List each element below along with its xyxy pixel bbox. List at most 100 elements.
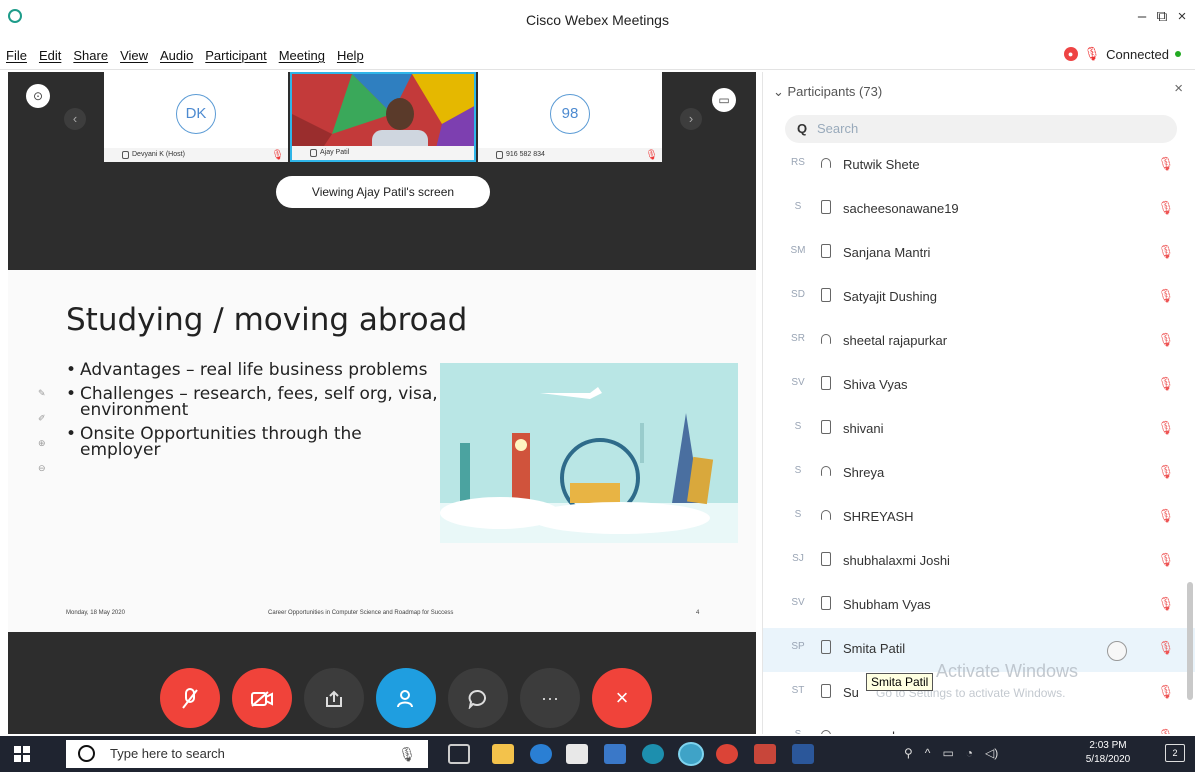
volume-icon[interactable]: ◁)	[985, 746, 998, 760]
connection-status: ● 🎙 Connected	[1063, 46, 1181, 62]
network-icon[interactable]: ▭	[942, 746, 953, 760]
menu-share[interactable]: Share	[73, 48, 108, 63]
chat-button[interactable]	[448, 668, 508, 728]
close-panel-button[interactable]: ×	[1174, 80, 1183, 97]
chevron-up-icon[interactable]: ^	[925, 746, 931, 760]
share-button[interactable]	[304, 668, 364, 728]
participant-row[interactable]: SD Satyajit Dushing 🎙	[763, 276, 1195, 320]
thumbnail-active-speaker[interactable]: Ajay Patil	[290, 72, 476, 162]
notifications-icon[interactable]: 2	[1165, 744, 1185, 762]
participant-name: Satyajit Dushing	[843, 289, 937, 304]
task-view-icon[interactable]	[448, 744, 470, 764]
word-icon[interactable]	[792, 744, 814, 764]
taskbar-clock[interactable]: 2:03 PM 5/18/2020	[1068, 739, 1148, 767]
participants-header[interactable]: ⌄ Participants (73)	[773, 84, 882, 100]
mic-muted-icon[interactable]: 🎙	[1157, 508, 1174, 524]
mic-muted-icon[interactable]: 🎙	[1157, 464, 1174, 480]
file-explorer-icon[interactable]	[492, 744, 514, 764]
thumbnail-phone-user[interactable]: 98 916 582 834 🎙	[478, 72, 662, 162]
more-options-button[interactable]: ···	[520, 668, 580, 728]
avatar: RS	[791, 157, 805, 168]
participant-row[interactable]: Ssacheesonawane19 🎙	[763, 188, 1195, 232]
prev-thumbnails-button[interactable]: ‹	[64, 108, 86, 130]
phone-icon	[821, 552, 831, 566]
annotation-toolbar: ✎ ✐ ⊕ ⊖	[38, 388, 46, 474]
mic-muted-icon[interactable]: 🎙	[1157, 376, 1174, 392]
microphone-icon[interactable]: 🎙	[398, 740, 416, 768]
menu-file[interactable]: File	[6, 48, 27, 63]
slide-bullets: Advantages – real life business problems…	[66, 362, 438, 466]
webex-taskbar-icon[interactable]	[680, 744, 702, 764]
menu-help[interactable]: Help	[337, 48, 364, 63]
participants-button[interactable]	[376, 668, 436, 728]
menu-audio[interactable]: Audio	[160, 48, 193, 63]
participant-row[interactable]: SV Shubham Vyas 🎙	[763, 584, 1195, 628]
mail-icon[interactable]	[604, 744, 626, 764]
avatar: S	[794, 509, 802, 520]
cortana-icon	[78, 745, 95, 762]
travel-illustration	[440, 363, 738, 543]
clock-time: 2:03 PM	[1089, 740, 1127, 751]
chrome-icon[interactable]	[716, 744, 738, 764]
mic-muted-icon[interactable]: 🎙	[1157, 640, 1174, 656]
panel-toggle-icon[interactable]: ▭	[712, 88, 736, 112]
menu-participant[interactable]: Participant	[205, 48, 266, 63]
windows-start-button[interactable]	[14, 746, 30, 762]
zoom-out-icon[interactable]: ⊖	[38, 463, 46, 474]
participant-name: Rutwik Shete	[843, 157, 920, 172]
zoom-in-icon[interactable]: ⊕	[38, 438, 46, 449]
menu-edit[interactable]: Edit	[39, 48, 61, 63]
participant-row[interactable]: SV Shiva Vyas 🎙	[763, 364, 1195, 408]
headset-icon	[821, 730, 831, 734]
mic-muted-icon[interactable]: 🎙	[1157, 200, 1174, 216]
mic-muted-icon[interactable]: 🎙	[1157, 420, 1174, 436]
next-thumbnails-button[interactable]: ›	[680, 108, 702, 130]
powerpoint-icon[interactable]	[754, 744, 776, 764]
mic-muted-icon[interactable]: 🎙	[1157, 552, 1174, 568]
bullet-item: Challenges – research, fees, self org, v…	[66, 386, 438, 419]
headset-icon	[821, 466, 831, 476]
outlook-icon[interactable]	[642, 744, 664, 764]
mic-muted-icon[interactable]: 🎙	[1157, 332, 1174, 348]
avatar: SV	[791, 377, 805, 388]
mic-muted-icon[interactable]: 🎙	[1157, 288, 1174, 304]
mic-muted-icon[interactable]: 🎙	[1157, 156, 1174, 172]
panel-scrollbar[interactable]	[1187, 582, 1193, 700]
pointer-icon[interactable]: ✎	[38, 388, 46, 399]
layout-icon[interactable]: ⊙	[26, 84, 50, 108]
taskbar-search-placeholder: Type here to search	[110, 746, 225, 761]
store-icon[interactable]	[566, 744, 588, 764]
stop-video-button[interactable]	[232, 668, 292, 728]
participant-row[interactable]: Sshivani 🎙	[763, 408, 1195, 452]
close-window-button[interactable]: ×	[1170, 8, 1194, 25]
mute-button[interactable]	[160, 668, 220, 728]
phone-icon	[821, 288, 831, 302]
participants-title: Participants (73)	[787, 84, 883, 99]
highlighter-icon[interactable]: ✐	[38, 413, 46, 424]
participant-row[interactable]: SR sheetal rajapurkar 🎙	[763, 320, 1195, 364]
mic-muted-icon[interactable]: 🎙	[1157, 596, 1174, 612]
chat-icon[interactable]	[1107, 641, 1127, 661]
chevron-down-icon: ⌄	[773, 84, 788, 99]
bullet-item: Onsite Opportunities through the employe…	[66, 426, 438, 459]
edge-browser-icon[interactable]	[530, 744, 552, 764]
leave-meeting-button[interactable]: ×	[592, 668, 652, 728]
participant-row[interactable]: SM Sanjana Mantri 🎙	[763, 232, 1195, 276]
taskbar-search-input[interactable]: Type here to search 🎙	[66, 740, 428, 768]
participant-search-input[interactable]: Q Search	[785, 115, 1177, 143]
participant-row[interactable]: S SHREYASH 🎙	[763, 496, 1195, 540]
avatar: SM	[790, 245, 806, 256]
participant-row[interactable]: SJ shubhalaxmi Joshi 🎙	[763, 540, 1195, 584]
participant-row[interactable]: Sswanand 🎙	[763, 716, 1195, 734]
people-icon[interactable]: ⚲	[904, 746, 913, 760]
thumbnail-host[interactable]: DK Devyani K (Host) 🎙	[104, 72, 288, 162]
menu-view[interactable]: View	[120, 48, 148, 63]
wifi-icon[interactable]: ◔	[966, 746, 973, 760]
participant-row[interactable]: S Shreya 🎙	[763, 452, 1195, 496]
mic-muted-icon[interactable]: 🎙	[1157, 728, 1174, 734]
avatar: S	[794, 421, 802, 432]
menu-meeting[interactable]: Meeting	[279, 48, 325, 63]
mic-muted-icon: 🎙	[645, 150, 658, 161]
participant-row[interactable]: RS Rutwik Shete 🎙	[763, 144, 1195, 188]
mic-muted-icon[interactable]: 🎙	[1157, 244, 1174, 260]
